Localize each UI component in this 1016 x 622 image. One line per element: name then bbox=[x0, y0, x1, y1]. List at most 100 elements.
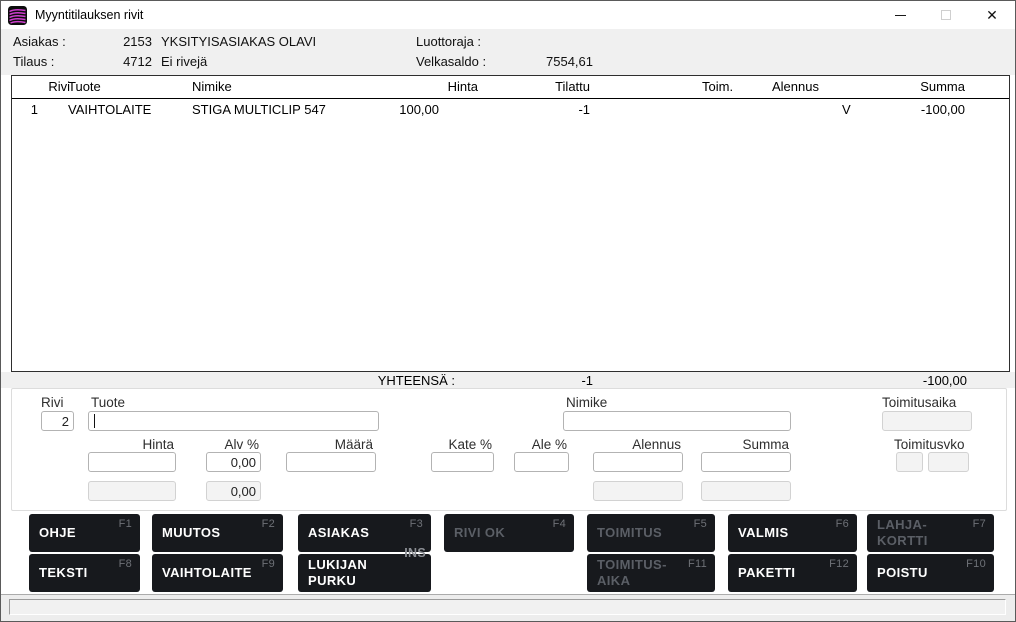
debt-label: Velkasaldo : bbox=[416, 54, 486, 69]
order-label: Tilaus : bbox=[13, 54, 54, 69]
maara-label: Määrä bbox=[303, 437, 373, 452]
f2-key-label: F2 bbox=[262, 518, 275, 530]
hinta-field[interactable] bbox=[88, 452, 176, 472]
cell-nimike: STIGA MULTICLIP 547 bbox=[192, 102, 326, 117]
alv-field[interactable] bbox=[206, 452, 261, 472]
col-rivi: Rivi bbox=[12, 79, 70, 94]
f7-key-label: F7 bbox=[973, 518, 986, 530]
f4-key-label: F4 bbox=[553, 518, 566, 530]
poistu-button[interactable]: POISTUF10 bbox=[867, 554, 994, 592]
toimitusaika-label: Toimitusaika bbox=[882, 395, 956, 410]
muutos-button[interactable]: MUUTOSF2 bbox=[152, 514, 283, 552]
col-tuote: Tuote bbox=[68, 79, 101, 94]
customer-number: 2153 bbox=[61, 34, 152, 49]
col-tilattu: Tilattu bbox=[490, 79, 590, 94]
teksti-button[interactable]: TEKSTIF8 bbox=[29, 554, 140, 592]
table-row[interactable]: 1 VAIHTOLAITE STIGA MULTICLIP 547 100,00… bbox=[12, 102, 1009, 118]
alennus-field[interactable] bbox=[593, 452, 683, 472]
kate-label: Kate % bbox=[422, 437, 492, 452]
cell-summa: -100,00 bbox=[865, 102, 965, 117]
nimike-label: Nimike bbox=[566, 395, 607, 410]
order-number: 4712 bbox=[61, 54, 152, 69]
lukijan-purku-button[interactable]: LUKIJAN PURKUINS bbox=[298, 554, 431, 592]
toimitusaika-button[interactable]: TOIMITUS- AIKAF11 bbox=[587, 554, 715, 592]
maximize-button[interactable] bbox=[923, 1, 969, 29]
ohje-button[interactable]: OHJEF1 bbox=[29, 514, 140, 552]
status-message-box bbox=[9, 599, 1006, 615]
cell-rivi: 1 bbox=[12, 102, 38, 117]
debt-value: 7554,61 bbox=[501, 54, 593, 69]
tuote-field[interactable] bbox=[88, 411, 379, 431]
cell-hinta: 100,00 bbox=[339, 102, 439, 117]
lahjakortti-button[interactable]: LAHJA- KORTTIF7 bbox=[867, 514, 994, 552]
alv-label: Alv % bbox=[189, 437, 259, 452]
table-header-row: Rivi Tuote Nimike Hinta Tilattu Toim. Al… bbox=[12, 76, 1009, 99]
total-tilattu: -1 bbox=[493, 373, 593, 388]
nimike-field[interactable] bbox=[563, 411, 791, 431]
f10-key-label: F10 bbox=[966, 558, 986, 570]
summa-label: Summa bbox=[719, 437, 789, 452]
cell-tuote: VAIHTOLAITE bbox=[68, 102, 151, 117]
alv-field-2 bbox=[206, 481, 261, 501]
col-hinta: Hinta bbox=[378, 79, 478, 94]
toimitus-button[interactable]: TOIMITUSF5 bbox=[587, 514, 715, 552]
rivi-field[interactable] bbox=[41, 411, 74, 431]
window-title: Myyntitilauksen rivit bbox=[35, 8, 143, 22]
f8-key-label: F8 bbox=[119, 558, 132, 570]
minimize-button[interactable] bbox=[877, 1, 923, 29]
rivi-label: Rivi bbox=[41, 395, 64, 410]
paketti-button[interactable]: PAKETTIF12 bbox=[728, 554, 857, 592]
minimize-icon bbox=[895, 15, 906, 16]
vaihtolaite-button[interactable]: VAIHTOLAITEF9 bbox=[152, 554, 283, 592]
app-logo-icon bbox=[8, 6, 27, 25]
f3-key-label: F3 bbox=[410, 518, 423, 530]
close-button[interactable]: ✕ bbox=[969, 1, 1015, 29]
kate-field[interactable] bbox=[431, 452, 494, 472]
ale-label: Ale % bbox=[497, 437, 567, 452]
order-lines-table: Rivi Tuote Nimike Hinta Tilattu Toim. Al… bbox=[11, 75, 1010, 372]
col-summa: Summa bbox=[865, 79, 965, 94]
ins-key-label: INS bbox=[404, 546, 426, 560]
total-label: YHTEENSÄ : bbox=[355, 373, 455, 388]
toimitusvko-field-1 bbox=[896, 452, 923, 472]
hinta-label: Hinta bbox=[104, 437, 174, 452]
tuote-label: Tuote bbox=[91, 395, 125, 410]
sales-order-lines-window: Myyntitilauksen rivit ✕ Asiakas : 2153 Y… bbox=[0, 0, 1016, 622]
text-caret bbox=[94, 414, 95, 428]
cell-flag: V bbox=[842, 102, 851, 117]
hinta-field-2 bbox=[88, 481, 176, 501]
credit-limit-label: Luottoraja : bbox=[416, 34, 481, 49]
window-controls: ✕ bbox=[877, 1, 1015, 29]
col-nimike: Nimike bbox=[192, 79, 232, 94]
f6-key-label: F6 bbox=[836, 518, 849, 530]
order-info: Ei rivejä bbox=[161, 54, 207, 69]
rivi-ok-button[interactable]: RIVI OKF4 bbox=[444, 514, 574, 552]
alennus-field-2 bbox=[593, 481, 683, 501]
maara-field[interactable] bbox=[286, 452, 376, 472]
toimitusvko-label: Toimitusvko bbox=[894, 437, 965, 452]
status-bar bbox=[1, 594, 1015, 621]
tuote-field-wrap bbox=[88, 411, 379, 431]
ale-field[interactable] bbox=[514, 452, 569, 472]
f5-key-label: F5 bbox=[694, 518, 707, 530]
customer-label: Asiakas : bbox=[13, 34, 66, 49]
col-alennus: Alennus bbox=[772, 79, 819, 94]
summa-field[interactable] bbox=[701, 452, 791, 472]
valmis-button[interactable]: VALMISF6 bbox=[728, 514, 857, 552]
f12-key-label: F12 bbox=[829, 558, 849, 570]
maximize-icon bbox=[941, 10, 951, 20]
total-summa: -100,00 bbox=[867, 373, 967, 388]
toimitusvko-field-2 bbox=[928, 452, 969, 472]
f11-key-label: F11 bbox=[688, 558, 707, 570]
cell-tilattu: -1 bbox=[490, 102, 590, 117]
toimitusaika-field bbox=[882, 411, 972, 431]
col-toim: Toim. bbox=[702, 79, 733, 94]
titlebar: Myyntitilauksen rivit ✕ bbox=[1, 1, 1015, 29]
alennus-label: Alennus bbox=[611, 437, 681, 452]
f1-key-label: F1 bbox=[119, 518, 132, 530]
customer-name: YKSITYISASIAKAS OLAVI bbox=[161, 34, 316, 49]
f9-key-label: F9 bbox=[262, 558, 275, 570]
summa-field-2 bbox=[701, 481, 791, 501]
order-header: Asiakas : 2153 YKSITYISASIAKAS OLAVI Luo… bbox=[1, 29, 1015, 75]
totals-bar: YHTEENSÄ : -1 -100,00 bbox=[1, 372, 1015, 388]
